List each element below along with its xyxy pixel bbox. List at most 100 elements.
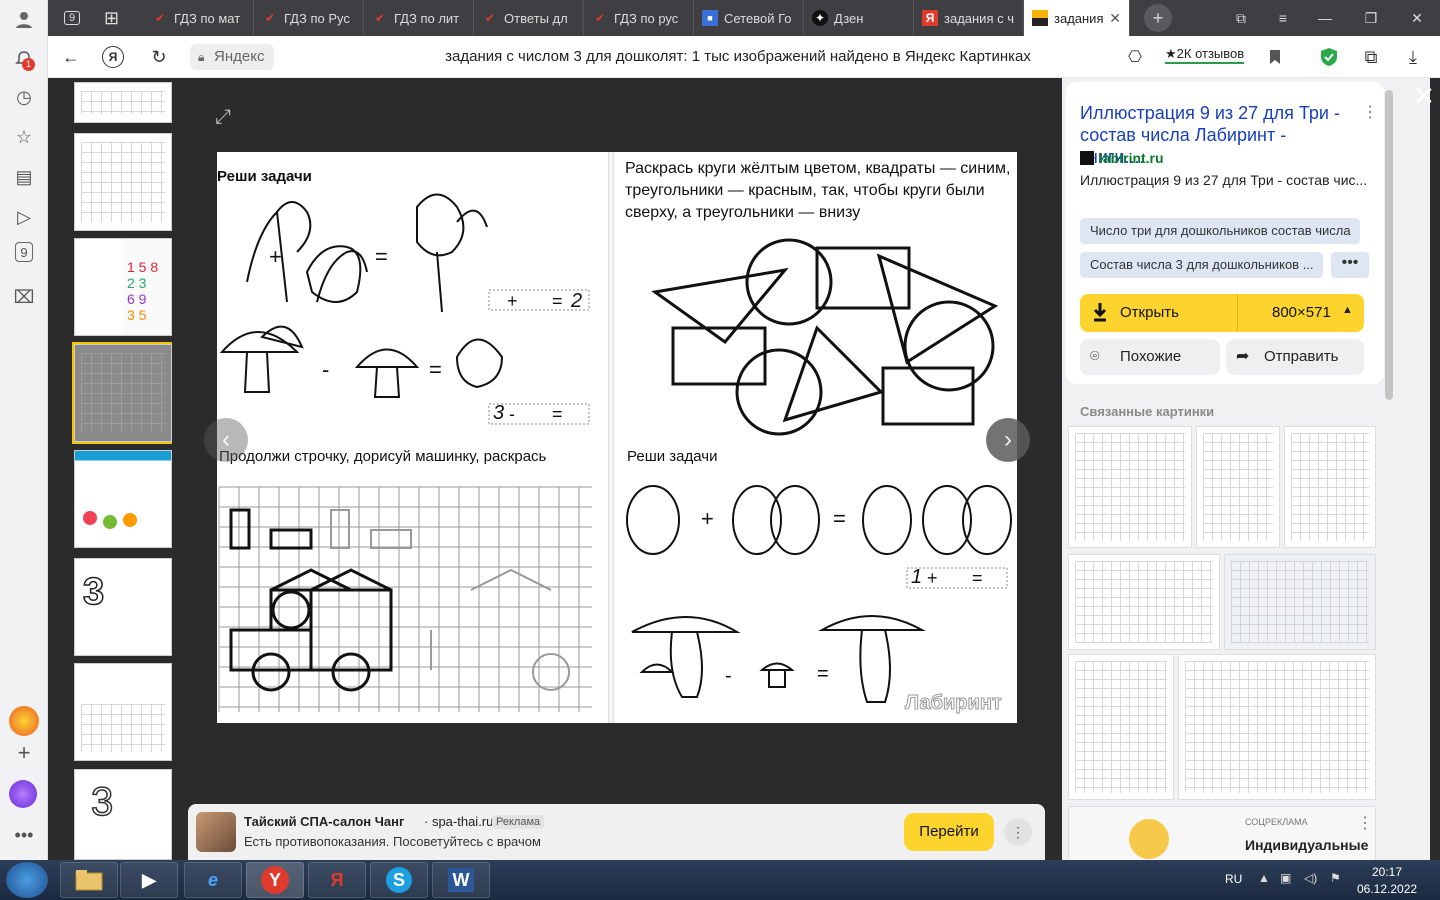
related-image[interactable] xyxy=(1196,426,1280,548)
gdz-icon: ✔ xyxy=(484,11,496,25)
ad-domain[interactable]: · spa-thai.ru xyxy=(424,814,493,829)
bookmarks-icon[interactable]: ☆ xyxy=(9,122,39,152)
media-player-app-icon[interactable]: ▶ xyxy=(120,862,178,898)
similar-icon: ⌾ xyxy=(1090,348,1100,365)
page-title[interactable]: задания с числом 3 для дошколят: 1 тыс и… xyxy=(338,44,1138,70)
close-tab-icon[interactable]: ✕ xyxy=(1109,10,1121,27)
counter-icon[interactable]: 9 xyxy=(15,242,33,262)
yandex-app-icon[interactable]: Я xyxy=(308,862,366,898)
tag-chip[interactable]: Состав числа 3 для дошкольников ... xyxy=(1080,252,1323,278)
yandex-button-icon[interactable]: Я xyxy=(102,46,124,68)
back-icon[interactable]: ← xyxy=(58,44,84,70)
clock-time[interactable]: 20:17 xyxy=(1372,865,1402,879)
thumbnail[interactable]: 3 xyxy=(74,769,172,860)
open-button[interactable]: Открыть 800×571 ▲ xyxy=(1080,294,1364,332)
next-image-button[interactable]: › xyxy=(986,418,1030,462)
gdz-icon: ✔ xyxy=(374,11,386,25)
related-image[interactable] xyxy=(1224,554,1376,650)
related-image[interactable] xyxy=(1068,654,1174,800)
thumbnail[interactable] xyxy=(74,133,172,231)
ad-title[interactable]: Тайский СПА-салон Чанг xyxy=(244,814,404,829)
share-button[interactable]: ➦ Отправить xyxy=(1226,339,1364,375)
action-center-icon[interactable]: ⚑ xyxy=(1330,871,1341,885)
related-image[interactable] xyxy=(1178,654,1376,800)
reload-icon[interactable]: ↻ xyxy=(146,44,172,70)
play-icon[interactable]: ▷ xyxy=(9,202,39,232)
more-icon[interactable]: ••• xyxy=(9,820,39,850)
tab-6[interactable]: ■ Сетевой Го xyxy=(694,0,804,36)
skype-app-icon[interactable]: S xyxy=(370,862,428,898)
restore-button[interactable]: ❐ xyxy=(1354,0,1388,36)
start-button[interactable] xyxy=(6,862,48,898)
gdz-icon: ✔ xyxy=(594,11,606,25)
new-tab-group-icon[interactable]: ⊞ xyxy=(96,0,136,36)
prev-image-button[interactable]: ‹ xyxy=(204,418,248,462)
related-image[interactable] xyxy=(1068,426,1192,548)
ad-go-button[interactable]: Перейти xyxy=(904,813,994,851)
thumbnail[interactable] xyxy=(74,450,172,548)
minimize-button[interactable]: — xyxy=(1308,0,1342,36)
tab-3[interactable]: ✔ ГДЗ по лит xyxy=(364,0,474,36)
thumbnail[interactable] xyxy=(74,663,172,761)
tab-1[interactable]: ✔ ГДЗ по мат xyxy=(144,0,254,36)
thumbnail-selected[interactable] xyxy=(72,342,172,444)
language-indicator[interactable]: RU xyxy=(1225,872,1242,886)
thumbnail[interactable] xyxy=(74,82,172,123)
explorer-app-icon[interactable] xyxy=(60,862,118,898)
reviews-link[interactable]: ★2К отзывов xyxy=(1165,46,1245,64)
new-tab-button[interactable]: + xyxy=(1144,4,1172,32)
fullscreen-icon[interactable]: ⤢ xyxy=(206,100,240,134)
tab-active[interactable]: задания ✕ xyxy=(1024,0,1130,36)
related-image[interactable] xyxy=(1068,554,1220,650)
tab-5[interactable]: ✔ ГДЗ по рус xyxy=(584,0,694,36)
size-select[interactable]: 800×571 xyxy=(1272,294,1331,332)
bookmark-icon[interactable] xyxy=(1262,44,1288,70)
collections-icon[interactable]: ▤ xyxy=(9,162,39,192)
tab-7[interactable]: ✦ Дзен xyxy=(804,0,914,36)
tab-8[interactable]: Язадания с ч xyxy=(914,0,1024,36)
extensions-icon[interactable]: ⎔ xyxy=(1122,44,1148,70)
card-more-icon[interactable]: ⋮ xyxy=(1362,102,1378,122)
history-icon[interactable]: ◷ xyxy=(9,82,39,112)
add-app-icon[interactable]: + xyxy=(9,738,39,768)
profile-icon[interactable] xyxy=(9,4,39,34)
alice-icon[interactable] xyxy=(9,780,37,808)
alice-app-icon[interactable] xyxy=(9,706,39,736)
ad-banner[interactable]: Тайский СПА-салон Чанг · spa-thai.ru Рек… xyxy=(188,804,1045,860)
social-ad[interactable]: СОЦРЕКЛАМА Индивидуальные ⋮ xyxy=(1068,806,1376,860)
network-icon[interactable]: ▣ xyxy=(1280,871,1291,885)
more-tools-icon[interactable]: ⧉ xyxy=(1358,44,1384,70)
ad-more-icon[interactable]: ⋮ xyxy=(1004,818,1032,846)
tabs-menu-icon[interactable]: ⧉ xyxy=(1224,0,1258,36)
tab-4[interactable]: ✔ Ответы дл xyxy=(474,0,584,36)
svg-text:=: = xyxy=(552,291,563,311)
social-ad-more-icon[interactable]: ⋮ xyxy=(1357,813,1373,833)
notifications-icon[interactable]: 1 xyxy=(9,44,39,74)
panel-scrollbar[interactable] xyxy=(1385,90,1393,400)
thumbnail[interactable]: 3 xyxy=(74,558,172,656)
source-link[interactable]: labirint.ru xyxy=(1080,150,1164,166)
volume-icon[interactable]: ◁) xyxy=(1304,871,1317,885)
clock-date[interactable]: 06.12.2022 xyxy=(1357,882,1417,896)
word-app-icon[interactable]: W xyxy=(432,862,490,898)
similar-button[interactable]: ⌾ Похожие xyxy=(1080,339,1220,375)
site-chip[interactable]: 🔒︎ Яндекс xyxy=(190,44,275,70)
close-window-button[interactable]: ✕ xyxy=(1400,0,1434,36)
menu-icon[interactable]: ≡ xyxy=(1266,0,1300,36)
related-image[interactable] xyxy=(1284,426,1376,548)
thumbnail[interactable]: 1 5 82 36 93 5 xyxy=(74,238,172,336)
ie-app-icon[interactable]: e xyxy=(184,862,242,898)
tab-2[interactable]: ✔ ГДЗ по Рус xyxy=(254,0,364,36)
ad-image xyxy=(196,812,236,852)
downloads-icon[interactable]: ⤓ xyxy=(1400,44,1426,70)
screenshot-icon[interactable]: ⌧ xyxy=(9,282,39,312)
protect-shield-icon[interactable] xyxy=(1316,44,1342,70)
close-viewer-icon[interactable]: ✕ xyxy=(1410,82,1438,110)
tag-chip[interactable]: Число три для дошкольников состав числа xyxy=(1080,218,1360,244)
main-image[interactable]: Реши задачи Раскрась круги жёлтым цветом… xyxy=(217,152,1017,723)
tray-arrow-icon[interactable]: ▲ xyxy=(1258,871,1270,885)
yandex-icon: Я xyxy=(922,10,938,26)
yandex-browser-app-icon[interactable]: Y xyxy=(246,862,304,898)
tab-counter[interactable]: 9 xyxy=(56,0,96,36)
tags-more-button[interactable]: ••• xyxy=(1331,252,1369,278)
